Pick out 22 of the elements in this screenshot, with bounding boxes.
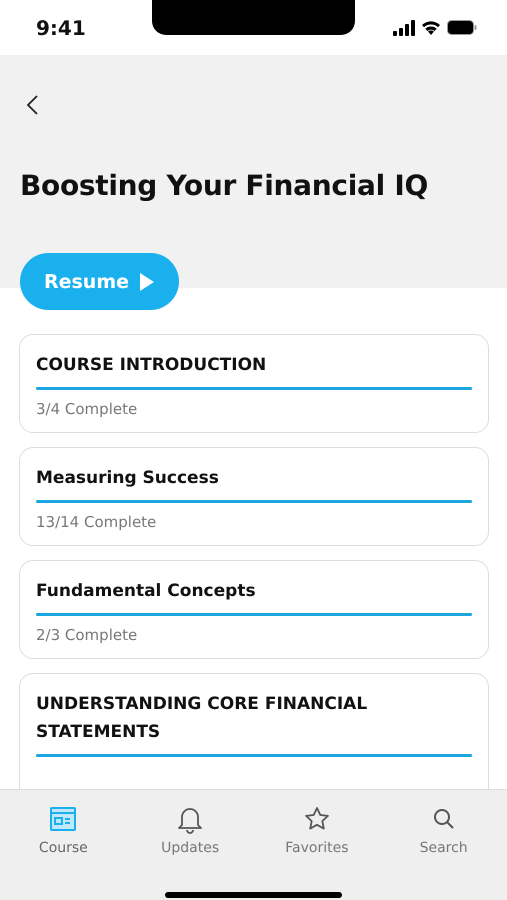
play-icon <box>139 272 156 292</box>
signal-icon <box>393 20 415 36</box>
star-icon <box>304 806 330 832</box>
tab-item[interactable]: Favorites <box>272 804 362 856</box>
status-time: 9:41 <box>36 16 86 40</box>
course-icon <box>49 805 78 833</box>
module-title: UNDERSTANDING CORE FINANCIAL STATEMENTS <box>36 693 368 744</box>
wifi-icon <box>421 20 441 35</box>
course-title: Boosting Your Financial IQ <box>20 169 429 202</box>
tab-item[interactable]: Course <box>18 804 108 856</box>
module-card[interactable]: COURSE INTRODUCTION 3/4 Complete <box>19 334 489 433</box>
module-title: COURSE INTRODUCTION <box>36 354 268 377</box>
battery-icon <box>447 20 477 35</box>
module-title: Measuring Success <box>36 467 220 490</box>
tab-item[interactable]: Search <box>398 804 489 856</box>
tab-item[interactable]: Updates <box>145 804 236 856</box>
module-card[interactable]: Fundamental Concepts 2/3 Complete <box>19 560 489 659</box>
lessons-completed-text: 2/3 Complete <box>36 626 138 644</box>
module-title: Fundamental Concepts <box>36 580 257 603</box>
lessons-completed-text: 3/4 Complete <box>36 400 138 418</box>
module-card[interactable]: Measuring Success 13/14 Complete <box>19 447 489 546</box>
lessons-completed-text: 13/14 Complete <box>36 513 158 531</box>
